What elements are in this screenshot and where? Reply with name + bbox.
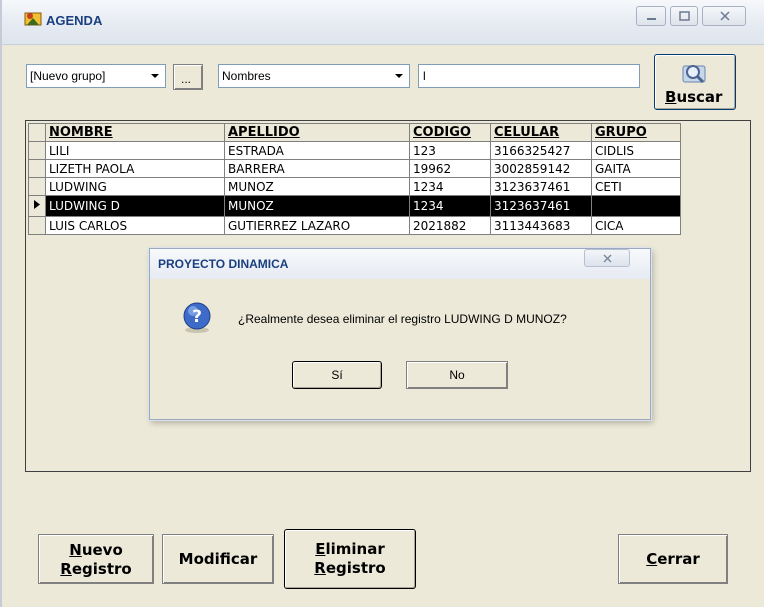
cell-grupo [591,195,681,217]
column-header-grupo[interactable]: GRUPO [591,123,681,142]
delete-record-label-line1: Eliminar [315,540,385,558]
caption-buttons [636,6,748,28]
group-combo-value: [Nuevo grupo] [30,69,106,83]
minimize-button[interactable] [636,6,666,26]
window-title: AGENDA [46,13,103,28]
table-row-selected[interactable]: LUDWING D MUNOZ 1234 3123637461 [28,195,681,217]
cell-nombre: LIZETH PAOLA [45,159,225,178]
row-indicator [28,177,46,196]
delete-record-button[interactable]: Eliminar Registro [284,529,416,589]
search-button-label: Buscar [665,88,723,106]
title-bar: AGENDA [2,0,764,45]
row-indicator [28,159,46,178]
yes-button[interactable]: Sí [292,361,382,389]
cell-apellido: GUTIERREZ LAZARO [224,216,410,235]
dialog-title-bar: PROYECTO DINAMICA [150,249,650,279]
row-indicator [28,195,46,217]
cell-codigo: 1234 [409,195,491,217]
cell-nombre: LUIS CARLOS [45,216,225,235]
cell-codigo: 19962 [409,159,491,178]
contacts-table: NOMBRE APELLIDO CODIGO CELULAR GRUPO LIL… [28,123,681,235]
cell-codigo: 2021882 [409,216,491,235]
cell-codigo: 123 [409,141,491,160]
group-options-button[interactable]: ... [173,64,203,90]
search-field-combo[interactable]: Nombres [218,64,410,88]
dialog-close-button[interactable] [584,249,630,267]
cell-nombre: LUDWING [45,177,225,196]
chevron-down-icon [148,70,162,82]
close-button[interactable]: Cerrar [618,534,728,584]
group-combo[interactable]: [Nuevo grupo] [26,64,166,88]
search-button[interactable]: Buscar [654,54,736,110]
no-button[interactable]: No [406,361,508,389]
column-header-apellido[interactable]: APELLIDO [224,123,410,142]
cell-nombre: LUDWING D [45,195,225,217]
cell-grupo: CETI [591,177,681,196]
table-header-row: NOMBRE APELLIDO CODIGO CELULAR GRUPO [28,123,681,142]
maximize-button[interactable] [670,6,698,26]
cell-celular: 3123637461 [490,195,592,217]
column-header-codigo[interactable]: CODIGO [409,123,491,142]
svg-text:?: ? [192,307,202,327]
indicator-header [28,123,46,142]
cell-grupo: CIDLIS [591,141,681,160]
table-row[interactable]: LUDWING MUNOZ 1234 3123637461 CETI [28,177,681,196]
agenda-window: AGENDA [Nuevo grupo] ... Nombres l Busca… [0,0,764,607]
row-indicator [28,141,46,160]
cell-celular: 3113443683 [490,216,592,235]
row-indicator [28,216,46,235]
new-record-label-line1: Nuevo [69,541,123,559]
column-header-celular[interactable]: CELULAR [490,123,592,142]
search-input[interactable]: l [418,64,640,88]
dialog-message: ¿Realmente desea eliminar el registro LU… [238,312,567,326]
new-record-label-line2: Registro [60,560,132,578]
confirm-delete-dialog: PROYECTO DINAMICA ? ¿Realmente desea eli… [149,248,651,420]
new-record-button[interactable]: Nuevo Registro [38,534,154,584]
cell-apellido: ESTRADA [224,141,410,160]
cell-grupo: CICA [591,216,681,235]
question-icon: ? [180,301,214,335]
cell-celular: 3166325427 [490,141,592,160]
agenda-app-icon [24,10,42,26]
cell-celular: 3002859142 [490,159,592,178]
cell-celular: 3123637461 [490,177,592,196]
search-field-combo-value: Nombres [222,69,271,83]
search-magnifier-icon [679,60,711,89]
cell-apellido: BARRERA [224,159,410,178]
search-input-value: l [423,69,426,83]
column-header-nombre[interactable]: NOMBRE [45,123,225,142]
chevron-down-icon [392,70,406,82]
modify-button[interactable]: Modificar [162,534,274,584]
cell-apellido: MUNOZ [224,195,410,217]
cell-nombre: LILI [45,141,225,160]
cell-codigo: 1234 [409,177,491,196]
row-pointer-icon [30,200,45,216]
table-row[interactable]: LIZETH PAOLA BARRERA 19962 3002859142 GA… [28,159,681,178]
table-row[interactable]: LUIS CARLOS GUTIERREZ LAZARO 2021882 311… [28,216,681,235]
ellipsis-label: ... [181,72,192,86]
cell-apellido: MUNOZ [224,177,410,196]
close-window-button[interactable] [702,6,746,26]
delete-record-label-line2: Registro [314,559,386,577]
dialog-title: PROYECTO DINAMICA [158,257,289,271]
table-row[interactable]: LILI ESTRADA 123 3166325427 CIDLIS [28,141,681,160]
cell-grupo: GAITA [591,159,681,178]
